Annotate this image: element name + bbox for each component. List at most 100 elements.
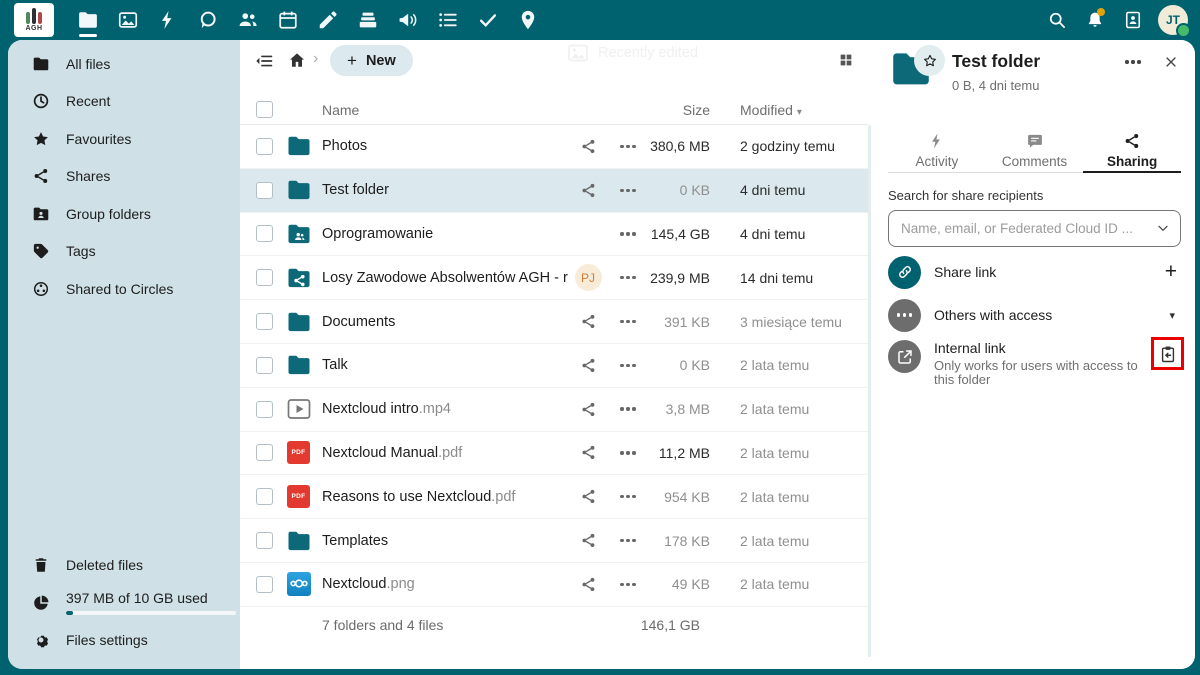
topbar-app-announcements[interactable] [388,0,428,40]
contacts-menu-button[interactable] [1114,0,1152,40]
row-checkbox[interactable] [256,401,273,418]
sidebar-item-tags[interactable]: Tags [8,233,240,271]
share-icon[interactable] [580,576,597,593]
sidebar-item-recent[interactable]: Recent [8,83,240,121]
favourite-star-button[interactable] [914,45,945,76]
share-icon[interactable] [580,488,597,505]
more-actions-button[interactable] [608,407,648,410]
more-actions-button[interactable] [608,583,648,586]
sidebar-storage[interactable]: 397 MB of 10 GB used [8,584,240,622]
row-checkbox[interactable] [256,225,273,242]
share-icon[interactable] [580,401,597,418]
file-row[interactable]: Photos 380,6 MB 2 godziny temu [240,125,868,169]
sidebar-item-deleted-files[interactable]: Deleted files [8,547,240,585]
close-icon[interactable] [1163,54,1179,70]
topbar-app-photos[interactable] [108,0,148,40]
topbar-app-maps[interactable] [508,0,548,40]
topbar-app-calendar[interactable] [268,0,308,40]
topbar: AGH JT [0,0,1200,40]
home-breadcrumb-icon[interactable] [288,51,306,69]
share-icon[interactable] [580,313,597,330]
column-size[interactable]: Size [648,102,710,118]
file-row[interactable]: Templates 178 KB 2 lata temu [240,519,868,563]
expand-others-icon[interactable]: ▾ [1169,309,1181,322]
share-row-share-link[interactable]: Share link + [888,254,1181,290]
more-actions-button[interactable] [608,451,648,454]
share-icon[interactable] [580,138,597,155]
sidebar-item-shared-to-circles[interactable]: Shared to Circles [8,270,240,308]
row-checkbox[interactable] [256,182,273,199]
share-icon[interactable] [580,532,597,549]
notifications-button[interactable] [1076,0,1114,40]
add-share-link-button[interactable]: + [1165,260,1181,284]
file-row[interactable]: Documents 391 KB 3 miesiące temu [240,300,868,344]
file-row[interactable]: Losy Zawodowe Absolwentów AGH - raporty … [240,256,868,300]
row-checkbox[interactable] [256,488,273,505]
more-actions-button[interactable] [608,189,648,192]
file-modified: 3 miesiące temu [710,314,868,330]
row-checkbox[interactable] [256,269,273,286]
sidebar-item-all-files[interactable]: All files [8,45,240,83]
row-checkbox[interactable] [256,444,273,461]
agh-logo[interactable]: AGH [14,3,54,37]
image-file-thumbnail [287,572,311,596]
tab-activity[interactable]: Activity [888,128,986,172]
tab-sharing[interactable]: Sharing [1083,128,1181,172]
copy-internal-link-button[interactable] [1154,340,1181,367]
file-row[interactable]: Talk 0 KB 2 lata temu [240,344,868,388]
more-actions-button[interactable] [608,364,648,367]
topbar-app-checks[interactable] [468,0,508,40]
topbar-app-contacts[interactable] [228,0,268,40]
select-all-checkbox[interactable] [256,101,273,118]
file-row[interactable]: Nextcloud intro.mp4 3,8 MB 2 lata temu [240,388,868,432]
sidebar-item-group-folders[interactable]: Group folders [8,195,240,233]
share-row-internal-link[interactable]: Internal linkOnly works for users with a… [888,340,1181,388]
tab-comments[interactable]: Comments [986,128,1084,172]
row-checkbox[interactable] [256,313,273,330]
topbar-app-tasks[interactable] [428,0,468,40]
details-more-button[interactable] [1125,60,1141,64]
topbar-app-files[interactable] [68,0,108,40]
new-button[interactable]: + New [330,45,413,76]
file-row[interactable]: Test folder 0 KB 4 dni temu [240,169,868,213]
unified-search-button[interactable] [1038,0,1076,40]
share-icon[interactable] [580,444,597,461]
file-row[interactable]: PDF Nextcloud Manual.pdf 11,2 MB 2 lata … [240,432,868,476]
grid-view-toggle-icon[interactable] [838,52,854,68]
user-avatar[interactable]: JT [1158,5,1188,35]
more-actions-button[interactable] [608,276,648,279]
folderuser-icon [32,205,50,223]
scrollbar[interactable] [868,125,871,657]
row-checkbox[interactable] [256,138,273,155]
column-name[interactable]: Name [322,102,568,118]
more-actions-button[interactable] [608,495,648,498]
more-actions-button[interactable] [608,145,648,148]
share-recipient-input[interactable] [888,210,1181,247]
file-row[interactable]: Nextcloud.png 49 KB 2 lata temu [240,563,868,607]
topbar-app-notes[interactable] [308,0,348,40]
more-actions-button[interactable] [608,320,648,323]
breadcrumb-chevron: › [313,50,318,68]
chevron-down-icon[interactable] [1155,220,1171,236]
topbar-app-talk[interactable] [188,0,228,40]
collapse-sidebar-icon[interactable] [254,51,274,71]
topbar-app-activity[interactable] [148,0,188,40]
row-checkbox[interactable] [256,532,273,549]
file-row[interactable]: Oprogramowanie 145,4 GB 4 dni temu [240,213,868,257]
row-checkbox[interactable] [256,576,273,593]
row-checkbox[interactable] [256,357,273,374]
sidebar-item-favourites[interactable]: Favourites [8,120,240,158]
topbar-app-deck[interactable] [348,0,388,40]
sharer-avatar-badge[interactable]: PJ [575,264,602,291]
sidebar-item-shares[interactable]: Shares [8,158,240,196]
share-icon[interactable] [580,357,597,374]
column-modified[interactable]: Modified ▾ [710,102,868,118]
file-row[interactable]: PDF Reasons to use Nextcloud.pdf 954 KB … [240,475,868,519]
share-row-others-with-access[interactable]: Others with access ▾ [888,297,1181,333]
video-file-icon [286,396,312,422]
share-icon[interactable] [580,182,597,199]
more-actions-button[interactable] [608,539,648,542]
sidebar-item-files-settings[interactable]: Files settings [8,622,240,660]
folder-icon [286,352,312,378]
more-actions-button[interactable] [608,232,648,235]
